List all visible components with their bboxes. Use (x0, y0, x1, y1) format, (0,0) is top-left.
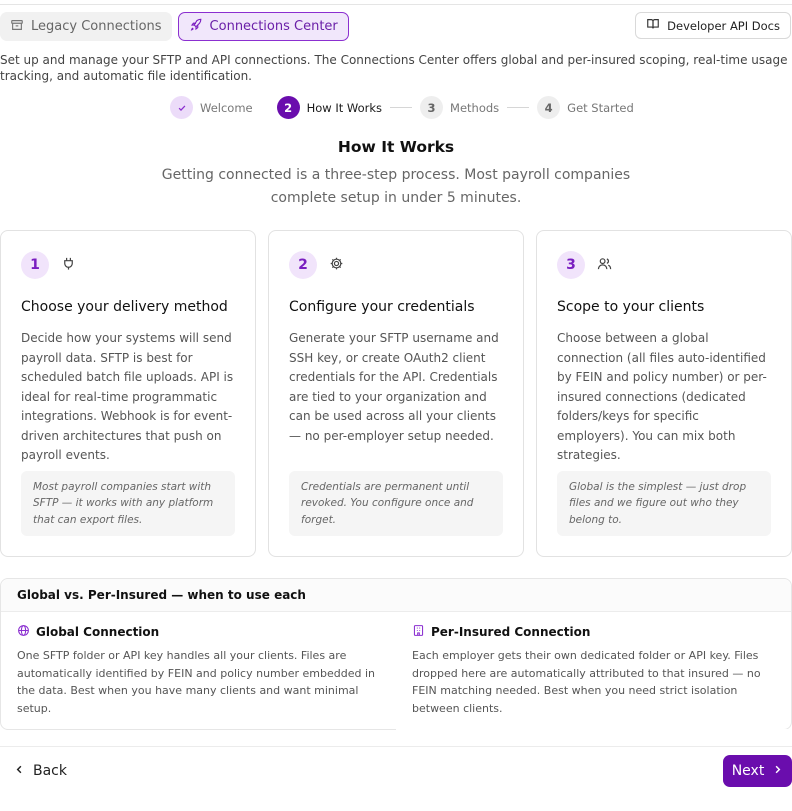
comparison-title: Global vs. Per-Insured — when to use eac… (1, 579, 791, 612)
section-subtitle: Getting connected is a three-step proces… (161, 167, 631, 206)
step-card-delivery-method: 1 Choose your delivery method Decide how… (0, 230, 256, 557)
step-connector (390, 107, 413, 108)
step-label: Welcome (200, 100, 253, 115)
steps-cards: 1 Choose your delivery method Decide how… (0, 230, 792, 557)
chevron-right-icon (772, 763, 783, 779)
step-connector (507, 107, 530, 108)
users-icon (597, 256, 612, 275)
section-title: How It Works (337, 138, 455, 156)
column-title: Global Connection (36, 625, 160, 639)
card-number: 3 (557, 251, 585, 279)
gear-icon (329, 256, 344, 275)
rocket-icon (189, 18, 203, 36)
card-body: Generate your SFTP username and SSH key,… (289, 331, 499, 443)
back-label: Back (33, 762, 67, 779)
developer-api-docs-button[interactable]: Developer API Docs (635, 12, 791, 39)
api-docs-label: Developer API Docs (667, 18, 780, 33)
global-connection-column: Global Connection One SFTP folder or API… (1, 612, 396, 729)
next-label: Next (731, 763, 765, 779)
column-body: Each employer gets their own dedicated f… (412, 649, 761, 715)
step-number: 2 (276, 96, 300, 119)
column-body: One SFTP folder or API key handles all y… (17, 649, 376, 715)
comparison-panel: Global vs. Per-Insured — when to use eac… (0, 578, 792, 730)
wizard-stepper: Welcome 2 How It Works 3 Methods 4 Get S… (170, 96, 634, 119)
step-label: Methods (450, 100, 500, 115)
step-how-it-works[interactable]: 2 How It Works (276, 96, 383, 119)
card-title: Choose your delivery method (21, 299, 228, 315)
tab-connections-center[interactable]: Connections Center (177, 12, 349, 41)
check-icon (170, 96, 193, 119)
step-card-credentials: 2 Configure your credentials Generate yo… (268, 230, 524, 557)
top-divider (0, 4, 792, 5)
building-icon (412, 624, 425, 640)
card-number: 1 (21, 251, 49, 279)
card-title: Scope to your clients (557, 299, 705, 315)
step-number: 4 (537, 96, 561, 119)
step-number: 3 (420, 96, 444, 119)
step-methods[interactable]: 3 Methods (420, 96, 499, 119)
per-insured-connection-column: Per-Insured Connection Each employer get… (396, 612, 791, 729)
step-card-scope: 3 Scope to your clients Choose between a… (536, 230, 792, 557)
intro-text: Set up and manage your SFTP and API conn… (0, 53, 788, 83)
book-open-icon (646, 17, 660, 34)
archive-icon (10, 18, 24, 36)
tab-label: Legacy Connections (31, 19, 162, 34)
back-button[interactable]: Back (6, 755, 75, 786)
plug-icon (61, 256, 76, 275)
globe-icon (17, 624, 30, 640)
step-welcome[interactable]: Welcome (170, 96, 253, 119)
card-body: Decide how your systems will send payrol… (21, 331, 234, 462)
tab-legacy-connections[interactable]: Legacy Connections (0, 12, 172, 41)
step-get-started[interactable]: 4 Get Started (537, 96, 634, 119)
tab-bar: Legacy Connections Connections Center (0, 12, 349, 41)
step-label: Get Started (567, 100, 634, 115)
card-title: Configure your credentials (289, 299, 475, 315)
tab-label: Connections Center (209, 19, 338, 34)
step-label: How It Works (306, 100, 383, 115)
chevron-left-icon (14, 763, 25, 779)
column-title: Per-Insured Connection (431, 625, 591, 639)
card-number: 2 (289, 251, 317, 279)
card-note: Most payroll companies start with SFTP —… (21, 470, 235, 536)
card-note: Credentials are permanent until revoked.… (289, 470, 503, 536)
card-note: Global is the simplest — just drop files… (557, 470, 771, 536)
footer-divider (0, 746, 792, 747)
card-body: Choose between a global connection (all … (557, 331, 767, 462)
next-button[interactable]: Next (723, 755, 792, 787)
